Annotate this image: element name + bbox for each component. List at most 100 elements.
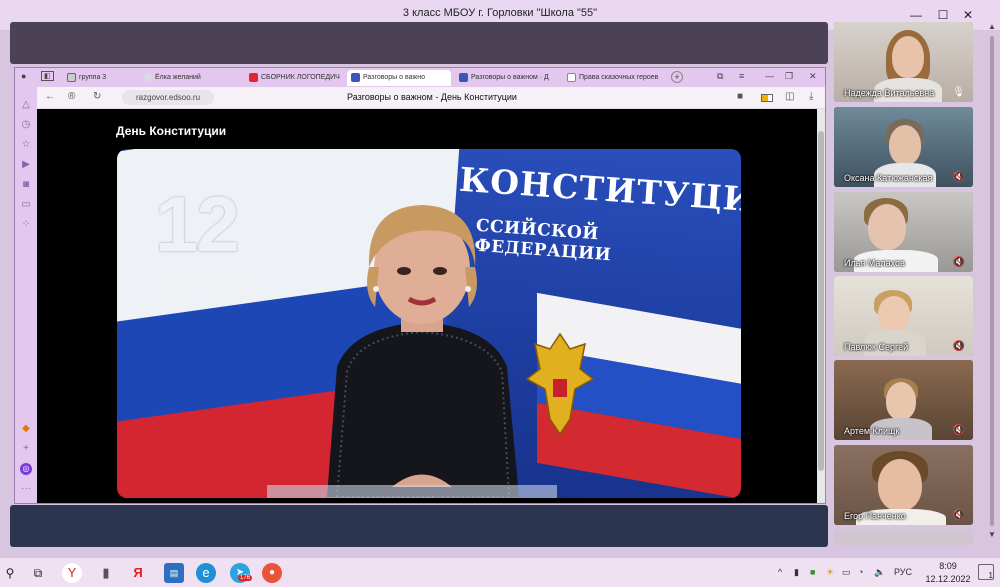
file-explorer-icon[interactable]: ▤: [164, 563, 184, 583]
weather-tray-icon[interactable]: ☀: [826, 567, 834, 578]
usb-tray-icon[interactable]: ▮: [794, 567, 799, 578]
search-icon[interactable]: ⚲: [0, 563, 20, 583]
page-scrollbar[interactable]: [817, 109, 825, 503]
participant-name: Егор Панченко: [844, 511, 906, 521]
yandex-browser-icon[interactable]: Y: [62, 563, 82, 583]
clock-date[interactable]: 12.12.2022: [918, 574, 978, 584]
clock-time[interactable]: 8:09: [928, 561, 968, 571]
mic-off-icon[interactable]: 🔇: [953, 341, 965, 352]
tab-sbornik[interactable]: СБОРНИК ЛОГОПЕДИЧ: [245, 70, 351, 86]
mic-off-icon[interactable]: 🔇: [953, 257, 965, 268]
mic-off-icon[interactable]: 🔇: [953, 510, 965, 521]
browser-sidebar: △ ◷ ☆ ▶ ◙ ▭ ⁘ ◆ + ◎ ···: [15, 87, 37, 503]
tab-razgovor-active[interactable]: Разговоры о важно: [347, 70, 451, 86]
desk: [267, 485, 557, 498]
mic-off-icon[interactable]: 🔇: [953, 172, 965, 183]
participants-scroll-thumb[interactable]: [990, 36, 994, 526]
tab-strip: ● ◧ группа 3 Ёлка желаний СБОРНИК ЛОГОПЕ…: [15, 68, 825, 87]
add-panel-icon[interactable]: +: [20, 443, 32, 455]
screen-icon[interactable]: ▭: [20, 199, 32, 211]
tab-razgovor-2[interactable]: Разговоры о важном · Д: [455, 70, 559, 86]
notification-count: 1: [988, 571, 993, 580]
participant-tile[interactable]: Оксана Катюжанская 🔇: [834, 107, 973, 187]
telegram-badge: 176: [238, 575, 253, 581]
notifications-icon[interactable]: 1: [978, 564, 994, 580]
video-icon[interactable]: ▶: [20, 159, 32, 171]
participant-tile[interactable]: Егор Панченко 🔇: [834, 445, 973, 525]
scroll-up-icon[interactable]: ▲: [988, 22, 996, 31]
menu-icon[interactable]: ≡: [739, 71, 744, 81]
browser-close-button[interactable]: ✕: [809, 71, 817, 82]
participant-tile[interactable]: Артем Клищк 🔇: [834, 360, 973, 440]
battery-icon[interactable]: [761, 94, 773, 102]
face: [868, 204, 906, 250]
more-icon[interactable]: ···: [20, 483, 32, 495]
video-heading: День Конституции: [116, 124, 227, 138]
mic-off-icon[interactable]: 🔇: [953, 425, 965, 436]
browser-minimize-button[interactable]: —: [765, 71, 774, 81]
participant-tile[interactable]: Павлюк Сергей 🔇: [834, 276, 973, 356]
tab-group[interactable]: группа 3: [63, 70, 135, 86]
face: [889, 125, 921, 165]
download-icon[interactable]: ⤓: [809, 91, 813, 102]
video-player[interactable]: КОНСТИТУЦИЯ ССИЙСКОЙ ФЕДЕРАЦИИ 12 декабр…: [117, 149, 741, 498]
participant-tile[interactable]: Надежда Витальевна 🎙: [834, 22, 973, 102]
tab-label: Разговоры о важно: [363, 74, 425, 81]
bookmarks-star-icon[interactable]: ☆: [20, 139, 32, 151]
url-field[interactable]: razgovor.edsoo.ru: [122, 90, 214, 105]
reload-icon[interactable]: ↻: [93, 91, 101, 102]
browser-restore-button[interactable]: ❐: [785, 71, 793, 82]
participant-tile[interactable]: Илья Малахов 🔇: [834, 192, 973, 272]
participant-name: Илья Малахов: [844, 258, 905, 268]
recorder-icon[interactable]: ●: [262, 563, 282, 583]
battery-tray-icon[interactable]: ▭: [842, 567, 851, 578]
new-tab-button[interactable]: +: [671, 71, 683, 83]
tabs-list-icon[interactable]: ⧉: [717, 71, 723, 82]
history-icon[interactable]: ◷: [20, 119, 32, 131]
page-content: День Конституции КОНСТИТУЦИЯ ССИЙСКОЙ ФЕ…: [37, 109, 825, 503]
tab-label: СБОРНИК ЛОГОПЕДИЧ: [261, 74, 340, 81]
date-day: 12: [155, 180, 240, 268]
face: [878, 296, 910, 332]
disk-icon[interactable]: ◙: [20, 179, 32, 191]
tab-elka[interactable]: Ёлка желаний: [139, 70, 241, 86]
tab-label: Ёлка желаний: [155, 74, 201, 81]
profile-icon[interactable]: ●: [21, 71, 26, 81]
protect-icon[interactable]: ®: [68, 91, 75, 102]
participants-scrollbar[interactable]: ▲ ▼: [988, 22, 996, 542]
participant-name: Артем Клищк: [844, 426, 900, 436]
taskbar: ⚲ ⧉ Y ▮ Я ▤ e ➤ 176 ● ^ ▮ ■ ☀ ▭ ◔ 🔈 РУС …: [0, 557, 1000, 587]
network-icon[interactable]: ◔: [858, 567, 863, 577]
security-tray-icon[interactable]: ■: [810, 567, 815, 577]
scroll-down-icon[interactable]: ▼: [988, 530, 996, 539]
usb-icon[interactable]: ▮: [96, 563, 116, 583]
tab-favicon: [67, 73, 76, 82]
participant-name: Надежда Витальевна: [844, 88, 935, 98]
language-indicator[interactable]: РУС: [894, 567, 912, 577]
tab-favicon: [143, 73, 152, 82]
zen-icon[interactable]: ◆: [20, 423, 32, 435]
face: [892, 36, 924, 78]
alice-bell-icon[interactable]: △: [20, 99, 32, 111]
apps-icon[interactable]: ⁘: [20, 219, 32, 231]
speaker-person: [327, 205, 519, 497]
volume-icon[interactable]: 🔈: [874, 567, 885, 578]
tab-favicon: [351, 73, 360, 82]
window-title: 3 класс МБОУ г. Горловки "Школа "55": [402, 7, 598, 19]
mic-on-icon[interactable]: 🎙: [952, 87, 965, 98]
tab-prava[interactable]: Права сказочных героев: [563, 70, 665, 86]
alice-icon[interactable]: ◎: [20, 463, 32, 475]
extension-icon[interactable]: ◫: [785, 91, 794, 102]
scroll-thumb[interactable]: [818, 131, 824, 471]
face: [878, 459, 922, 511]
edge-icon[interactable]: e: [196, 563, 216, 583]
tab-favicon: [459, 73, 468, 82]
task-view-icon[interactable]: ⧉: [28, 563, 48, 583]
bookmark-icon[interactable]: ■: [737, 91, 743, 102]
back-icon[interactable]: ←: [45, 91, 55, 102]
participant-name: Павлюк Сергей: [844, 342, 909, 352]
yandex-icon[interactable]: Я: [128, 563, 148, 583]
tab-group-icon[interactable]: ◧: [41, 71, 54, 81]
participant-tile-partial[interactable]: [834, 529, 973, 545]
tray-expand-icon[interactable]: ^: [778, 567, 782, 577]
